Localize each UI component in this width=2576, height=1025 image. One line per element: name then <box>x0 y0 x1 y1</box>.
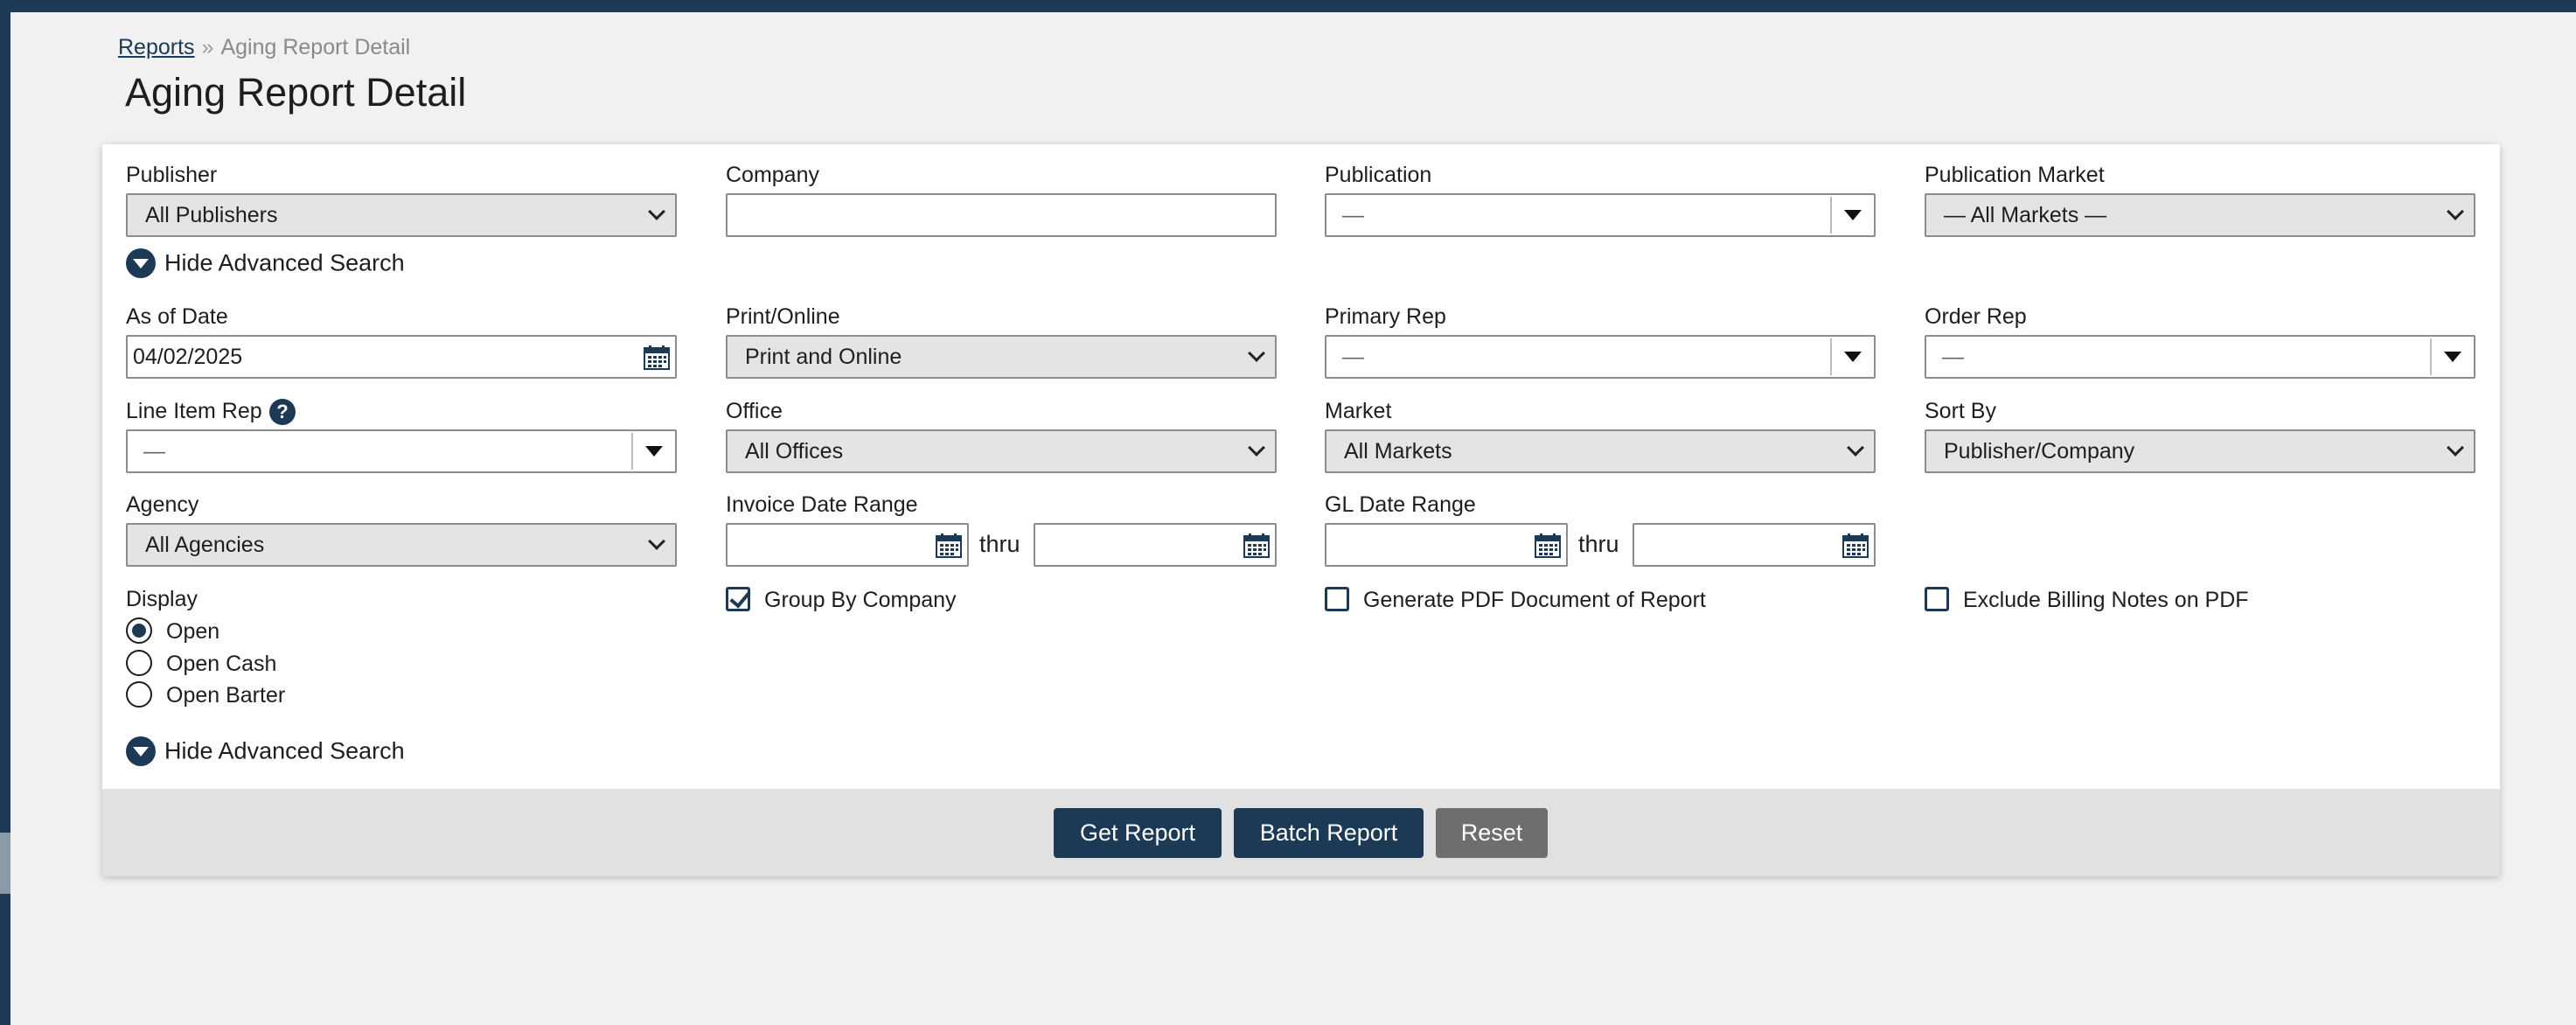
search-panel: Publisher All Publishers Company Publica… <box>102 144 2500 876</box>
hide-advanced-search-toggle-top[interactable]: Hide Advanced Search <box>126 248 405 278</box>
chevron-down-icon <box>1248 345 1265 362</box>
combo-divider <box>631 433 633 470</box>
print-online-label: Print/Online <box>726 304 840 329</box>
invoice-date-from-input[interactable] <box>726 523 969 567</box>
gl-date-range-label: GL Date Range <box>1325 492 1476 517</box>
action-footer: Get Report Batch Report Reset <box>102 789 2500 876</box>
invoice-thru-label: thru <box>979 531 1020 557</box>
chevron-down-icon <box>1248 439 1265 457</box>
display-radio-open-barter[interactable] <box>126 681 152 708</box>
display-option-open-cash: Open Cash <box>166 652 277 676</box>
exclude-billing-notes-checkbox[interactable] <box>1925 587 1949 611</box>
line-item-rep-label: Line Item Rep <box>126 399 262 423</box>
gl-thru-label: thru <box>1578 531 1619 557</box>
as-of-date-input[interactable]: 04/02/2025 <box>126 335 677 379</box>
group-by-company-label: Group By Company <box>764 588 957 612</box>
caret-down-icon[interactable] <box>2444 352 2461 362</box>
collapse-circle-icon <box>126 736 156 766</box>
caret-down-icon[interactable] <box>1844 352 1862 362</box>
agency-label: Agency <box>126 492 199 517</box>
publication-market-label: Publication Market <box>1925 163 2105 187</box>
primary-rep-value: — <box>1342 345 1364 369</box>
get-report-button[interactable]: Get Report <box>1054 808 1222 858</box>
batch-report-button[interactable]: Batch Report <box>1234 808 1424 858</box>
left-sidebar-strip <box>0 0 10 1025</box>
chevron-down-icon <box>648 533 665 550</box>
calendar-icon[interactable] <box>1243 533 1270 558</box>
publisher-label: Publisher <box>126 163 218 187</box>
group-by-company-checkbox[interactable] <box>726 587 750 611</box>
line-item-rep-combobox[interactable]: — <box>126 429 677 473</box>
top-navigation-bar <box>0 0 2576 12</box>
breadcrumb-current: Aging Report Detail <box>220 35 411 59</box>
gl-date-to-input[interactable] <box>1633 523 1876 567</box>
caret-down-icon[interactable] <box>1844 210 1862 220</box>
print-online-value: Print and Online <box>745 345 902 369</box>
publisher-value: All Publishers <box>145 203 278 227</box>
chevron-down-icon <box>2447 439 2464 457</box>
agency-select[interactable]: All Agencies <box>126 523 677 567</box>
combo-divider <box>1830 197 1832 234</box>
advanced-toggle-label: Hide Advanced Search <box>164 249 405 276</box>
generate-pdf-label: Generate PDF Document of Report <box>1363 588 1706 612</box>
market-value: All Markets <box>1344 439 1452 464</box>
publisher-select[interactable]: All Publishers <box>126 193 677 237</box>
calendar-icon[interactable] <box>936 533 962 558</box>
market-label: Market <box>1325 399 1392 423</box>
reset-button[interactable]: Reset <box>1436 808 1548 858</box>
calendar-icon[interactable] <box>1842 533 1869 558</box>
hide-advanced-search-toggle-bottom[interactable]: Hide Advanced Search <box>126 736 405 766</box>
publication-value: — <box>1342 203 1364 227</box>
publication-label: Publication <box>1325 163 1432 187</box>
print-online-select[interactable]: Print and Online <box>726 335 1277 379</box>
publication-market-select[interactable]: — All Markets — <box>1925 193 2475 237</box>
calendar-icon[interactable] <box>1535 533 1561 558</box>
company-label: Company <box>726 163 819 187</box>
help-icon[interactable]: ? <box>269 399 296 425</box>
page-title: Aging Report Detail <box>125 70 467 115</box>
collapse-circle-icon <box>126 248 156 278</box>
advanced-toggle-label: Hide Advanced Search <box>164 737 405 764</box>
breadcrumb: Reports» Aging Report Detail <box>118 35 410 60</box>
office-value: All Offices <box>745 439 844 464</box>
agency-value: All Agencies <box>145 533 265 557</box>
sort-by-select[interactable]: Publisher/Company <box>1925 429 2475 473</box>
invoice-date-to-input[interactable] <box>1034 523 1277 567</box>
chevron-down-icon <box>2447 203 2464 220</box>
market-select[interactable]: All Markets <box>1325 429 1876 473</box>
office-select[interactable]: All Offices <box>726 429 1277 473</box>
chevron-down-icon <box>1847 439 1864 457</box>
gl-date-from-input[interactable] <box>1325 523 1568 567</box>
caret-down-icon[interactable] <box>645 446 663 457</box>
line-item-rep-value: — <box>143 439 165 464</box>
display-radio-open[interactable] <box>126 617 152 644</box>
exclude-billing-notes-label: Exclude Billing Notes on PDF <box>1963 588 2249 612</box>
order-rep-combobox[interactable]: — <box>1925 335 2475 379</box>
sidebar-collapse-tab[interactable] <box>0 833 10 894</box>
breadcrumb-separator: » <box>201 35 214 59</box>
sort-by-label: Sort By <box>1925 399 1996 423</box>
as-of-date-value: 04/02/2025 <box>133 345 243 369</box>
as-of-date-label: As of Date <box>126 304 228 329</box>
sort-by-value: Publisher/Company <box>1944 439 2135 464</box>
publication-market-value: — All Markets — <box>1944 203 2107 227</box>
display-label: Display <box>126 587 198 611</box>
publication-combobox[interactable]: — <box>1325 193 1876 237</box>
office-label: Office <box>726 399 783 423</box>
breadcrumb-reports-link[interactable]: Reports <box>118 35 195 59</box>
combo-divider <box>1830 338 1832 375</box>
company-input[interactable] <box>726 193 1277 237</box>
calendar-icon[interactable] <box>644 345 670 370</box>
primary-rep-combobox[interactable]: — <box>1325 335 1876 379</box>
combo-divider <box>2430 338 2432 375</box>
invoice-date-range-label: Invoice Date Range <box>726 492 918 517</box>
order-rep-value: — <box>1942 345 1964 369</box>
order-rep-label: Order Rep <box>1925 304 2027 329</box>
display-option-open: Open <box>166 619 220 644</box>
chevron-down-icon <box>648 203 665 220</box>
primary-rep-label: Primary Rep <box>1325 304 1446 329</box>
display-radio-open-cash[interactable] <box>126 650 152 676</box>
generate-pdf-checkbox[interactable] <box>1325 587 1349 611</box>
display-option-open-barter: Open Barter <box>166 683 286 708</box>
